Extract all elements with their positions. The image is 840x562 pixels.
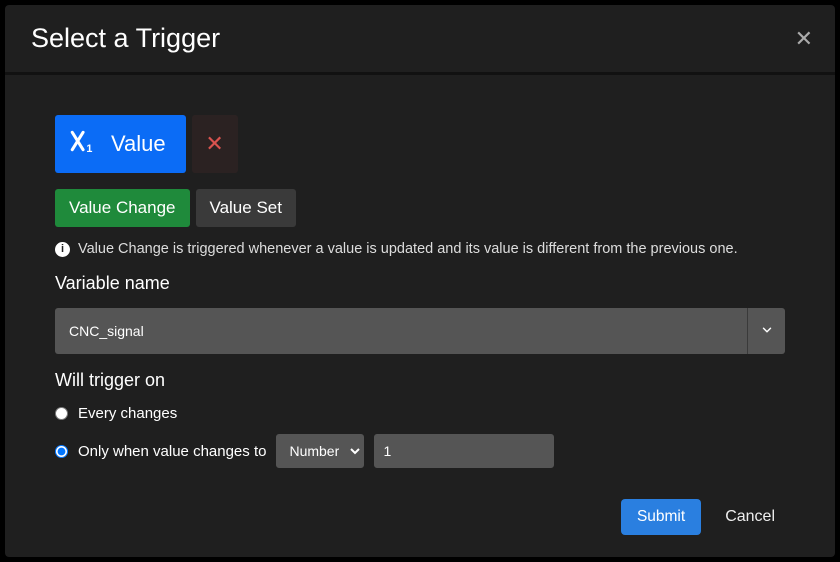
modal-title: Select a Trigger bbox=[31, 23, 220, 54]
will-trigger-on-label: Will trigger on bbox=[55, 370, 785, 391]
option-every-label: Every changes bbox=[78, 405, 177, 422]
value-input[interactable] bbox=[374, 434, 554, 468]
submit-button[interactable]: Submit bbox=[621, 499, 701, 535]
variable-select[interactable] bbox=[55, 308, 785, 354]
info-icon: i bbox=[55, 242, 70, 257]
chevron-down-icon bbox=[760, 323, 774, 340]
trigger-type-tabs: Value Change Value Set bbox=[55, 189, 785, 227]
helper-text: Value Change is triggered whenever a val… bbox=[78, 241, 738, 257]
close-icon[interactable]: ✕ bbox=[795, 28, 813, 50]
helper-text-row: i Value Change is triggered whenever a v… bbox=[55, 241, 785, 257]
value-type-select[interactable]: Number bbox=[276, 434, 364, 468]
option-only-when[interactable]: Only when value changes to Number bbox=[55, 428, 785, 474]
modal-footer: Submit Cancel bbox=[5, 499, 835, 557]
option-only-label: Only when value changes to bbox=[78, 443, 266, 460]
value-chip[interactable]: 1 Value bbox=[55, 115, 186, 173]
radio-only[interactable] bbox=[55, 445, 68, 458]
trigger-modal: Select a Trigger ✕ 1 Value ✕ Value Chang… bbox=[5, 5, 835, 557]
value-chip-label: Value bbox=[111, 131, 166, 157]
cancel-button[interactable]: Cancel bbox=[725, 508, 775, 526]
tab-value-set[interactable]: Value Set bbox=[196, 189, 296, 227]
remove-value-button[interactable]: ✕ bbox=[192, 115, 238, 173]
modal-header: Select a Trigger ✕ bbox=[5, 5, 835, 75]
variable-name-label: Variable name bbox=[55, 273, 785, 294]
option-every-change[interactable]: Every changes bbox=[55, 399, 785, 428]
x1-icon: 1 bbox=[69, 128, 95, 160]
trigger-on-options: Every changes Only when value changes to… bbox=[55, 399, 785, 474]
variable-select-toggle[interactable] bbox=[747, 308, 785, 354]
tab-value-change[interactable]: Value Change bbox=[55, 189, 190, 227]
variable-select-input[interactable] bbox=[55, 308, 747, 354]
close-icon: ✕ bbox=[205, 131, 223, 157]
svg-text:1: 1 bbox=[86, 143, 92, 154]
modal-body: 1 Value ✕ Value Change Value Set i Value… bbox=[5, 75, 835, 499]
selected-trigger-row: 1 Value ✕ bbox=[55, 115, 785, 173]
radio-every[interactable] bbox=[55, 407, 68, 420]
